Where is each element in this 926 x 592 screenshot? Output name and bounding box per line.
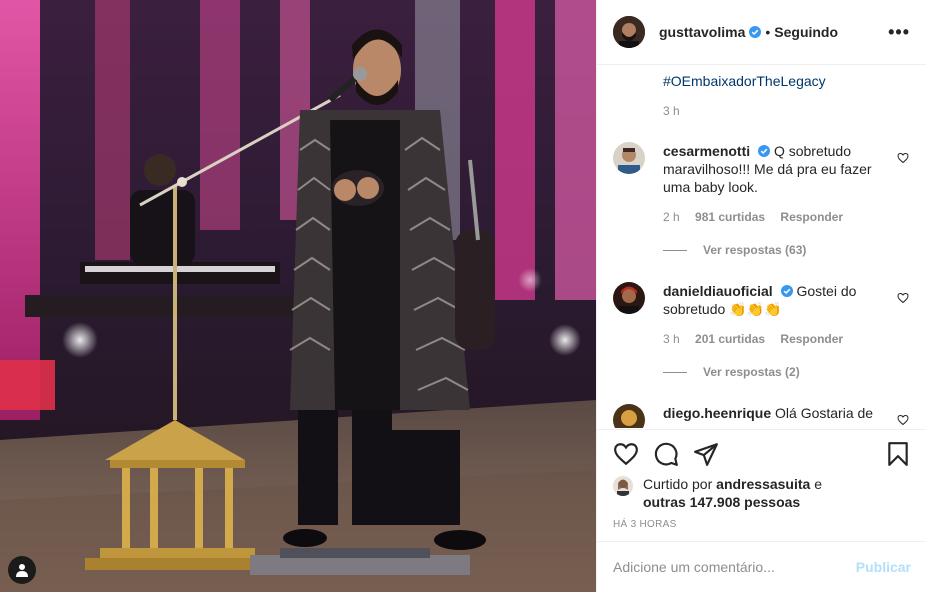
post-author[interactable]: gusttavolima (659, 24, 745, 40)
add-comment-bar: Adicione um comentário... Publicar (597, 541, 926, 592)
liked-by: Curtido por andressasuita e outras 147.9… (613, 475, 873, 511)
liked-conjunction: e (814, 476, 823, 492)
view-replies-label: Ver respostas (63) (703, 243, 807, 257)
comments-list[interactable]: #OEmbaixadorTheLegacy 3 h cesarmenotti Q… (597, 66, 926, 428)
comment-text-block: danieldiauoficial Gostei do sobretudo 👏👏… (663, 282, 883, 318)
person-icon (16, 564, 28, 577)
comment-text: Olá Gostaria de (775, 405, 874, 421)
following-button[interactable]: Seguindo (774, 24, 838, 40)
post-actions: Curtido por andressasuita e outras 147.9… (597, 429, 926, 541)
action-icons (613, 441, 911, 467)
comment-heart-icon[interactable] (897, 152, 909, 164)
comment-avatar[interactable] (613, 142, 645, 174)
comment-username[interactable]: cesarmenotti (663, 143, 750, 159)
heart-icon[interactable] (613, 441, 639, 467)
comment-avatar[interactable] (613, 282, 645, 314)
reply-button[interactable]: Responder (780, 210, 843, 224)
replies-divider (663, 249, 687, 251)
comment-heart-icon[interactable] (897, 292, 909, 304)
reply-button[interactable]: Responder (780, 332, 843, 346)
view-replies-button[interactable]: Ver respostas (63) (663, 243, 806, 257)
comment-likes[interactable]: 201 curtidas (695, 332, 765, 346)
comment-username[interactable]: danieldiauoficial (663, 283, 773, 299)
post-timestamp[interactable]: HÁ 3 HORAS (613, 519, 677, 530)
comment-avatar[interactable] (613, 404, 645, 428)
view-replies-label: Ver respostas (2) (703, 365, 800, 379)
verified-icon (758, 145, 771, 157)
verified-icon (780, 285, 793, 297)
publish-button[interactable]: Publicar (856, 559, 911, 575)
comment-text-block: diego.heenrique Olá Gostaria de (663, 404, 883, 422)
share-icon[interactable] (693, 441, 719, 467)
comment-icon[interactable] (653, 441, 679, 467)
comment-time[interactable]: 2 h (663, 210, 680, 224)
comment-text-block: cesarmenotti Q sobretudo maravilhoso!!! … (663, 142, 883, 196)
avatar[interactable] (613, 16, 645, 48)
likes-count[interactable]: outras 147.908 pessoas (643, 494, 800, 510)
replies-divider (663, 371, 687, 373)
caption-time[interactable]: 3 h (663, 104, 680, 118)
comment-time[interactable]: 3 h (663, 332, 680, 346)
view-replies-button[interactable]: Ver respostas (2) (663, 365, 800, 379)
concert-photo (0, 0, 596, 592)
post-panel: gusttavolima • Seguindo ••• #OEmbaixador… (596, 0, 926, 592)
comment-meta: 3 h 201 curtidas Responder (663, 332, 855, 346)
comment-meta: 2 h 981 curtidas Responder (663, 210, 855, 224)
liked-user[interactable]: andressasuita (716, 476, 810, 492)
post-header: gusttavolima • Seguindo ••• (597, 0, 926, 65)
separator-dot: • (765, 24, 771, 40)
liker-avatar[interactable] (613, 476, 633, 496)
verified-icon (749, 26, 762, 38)
caption-hashtag[interactable]: #OEmbaixadorTheLegacy (663, 73, 826, 89)
comment-input[interactable]: Adicione um comentário... (613, 559, 775, 575)
comment-heart-icon[interactable] (897, 414, 909, 426)
comment-username[interactable]: diego.heenrique (663, 405, 771, 421)
bookmark-icon[interactable] (885, 441, 911, 467)
liked-by-text: Curtido por andressasuita e outras 147.9… (643, 475, 873, 511)
liked-prefix: Curtido por (643, 476, 713, 492)
comment-likes[interactable]: 981 curtidas (695, 210, 765, 224)
user-tag-icon[interactable] (8, 556, 36, 584)
more-icon[interactable]: ••• (888, 23, 910, 41)
post-photo[interactable] (0, 0, 596, 592)
